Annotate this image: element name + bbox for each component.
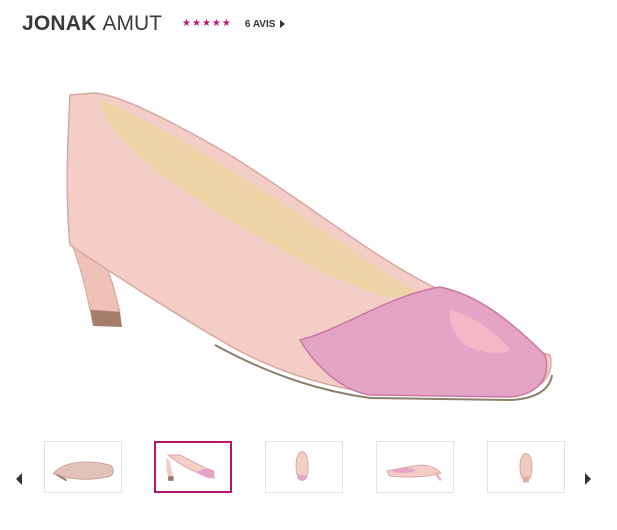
star-icon: ★ bbox=[182, 18, 191, 29]
caret-right-icon bbox=[280, 20, 286, 28]
thumbnail-side-view bbox=[166, 454, 215, 481]
thumbnail-4[interactable] bbox=[376, 441, 454, 493]
thumbnail-side-view-alt bbox=[386, 464, 442, 481]
thumbnail-3[interactable] bbox=[265, 441, 343, 493]
star-icon: ★ bbox=[221, 18, 231, 29]
gallery-prev-arrow-icon[interactable] bbox=[16, 473, 22, 485]
thumbnail-front-view bbox=[295, 451, 309, 481]
model-name: AMUT bbox=[102, 12, 163, 35]
thumbnail-1[interactable] bbox=[44, 441, 122, 493]
star-icon: ★ bbox=[191, 18, 201, 29]
star-icon: ★ bbox=[211, 18, 221, 29]
reviews-link[interactable]: 6 AVIS bbox=[245, 19, 286, 30]
shoe-image bbox=[66, 92, 553, 402]
brand-name: JONAK bbox=[22, 12, 97, 35]
thumbnail-strip bbox=[0, 441, 617, 497]
thumbnail-sole-view bbox=[52, 461, 114, 482]
thumbnail-5[interactable] bbox=[487, 441, 565, 493]
reviews-label: 6 AVIS bbox=[244, 18, 276, 30]
rating-stars: ★ ★ ★ ★ ★ bbox=[182, 19, 231, 29]
star-icon: ★ bbox=[201, 18, 211, 29]
thumbnail-2[interactable] bbox=[154, 441, 232, 493]
product-header: JONAK AMUT ★ ★ ★ ★ ★ 6 AVIS bbox=[22, 10, 286, 38]
main-product-image bbox=[40, 55, 600, 430]
thumbnail-back-view bbox=[519, 453, 533, 483]
gallery-next-arrow-icon[interactable] bbox=[585, 473, 591, 485]
